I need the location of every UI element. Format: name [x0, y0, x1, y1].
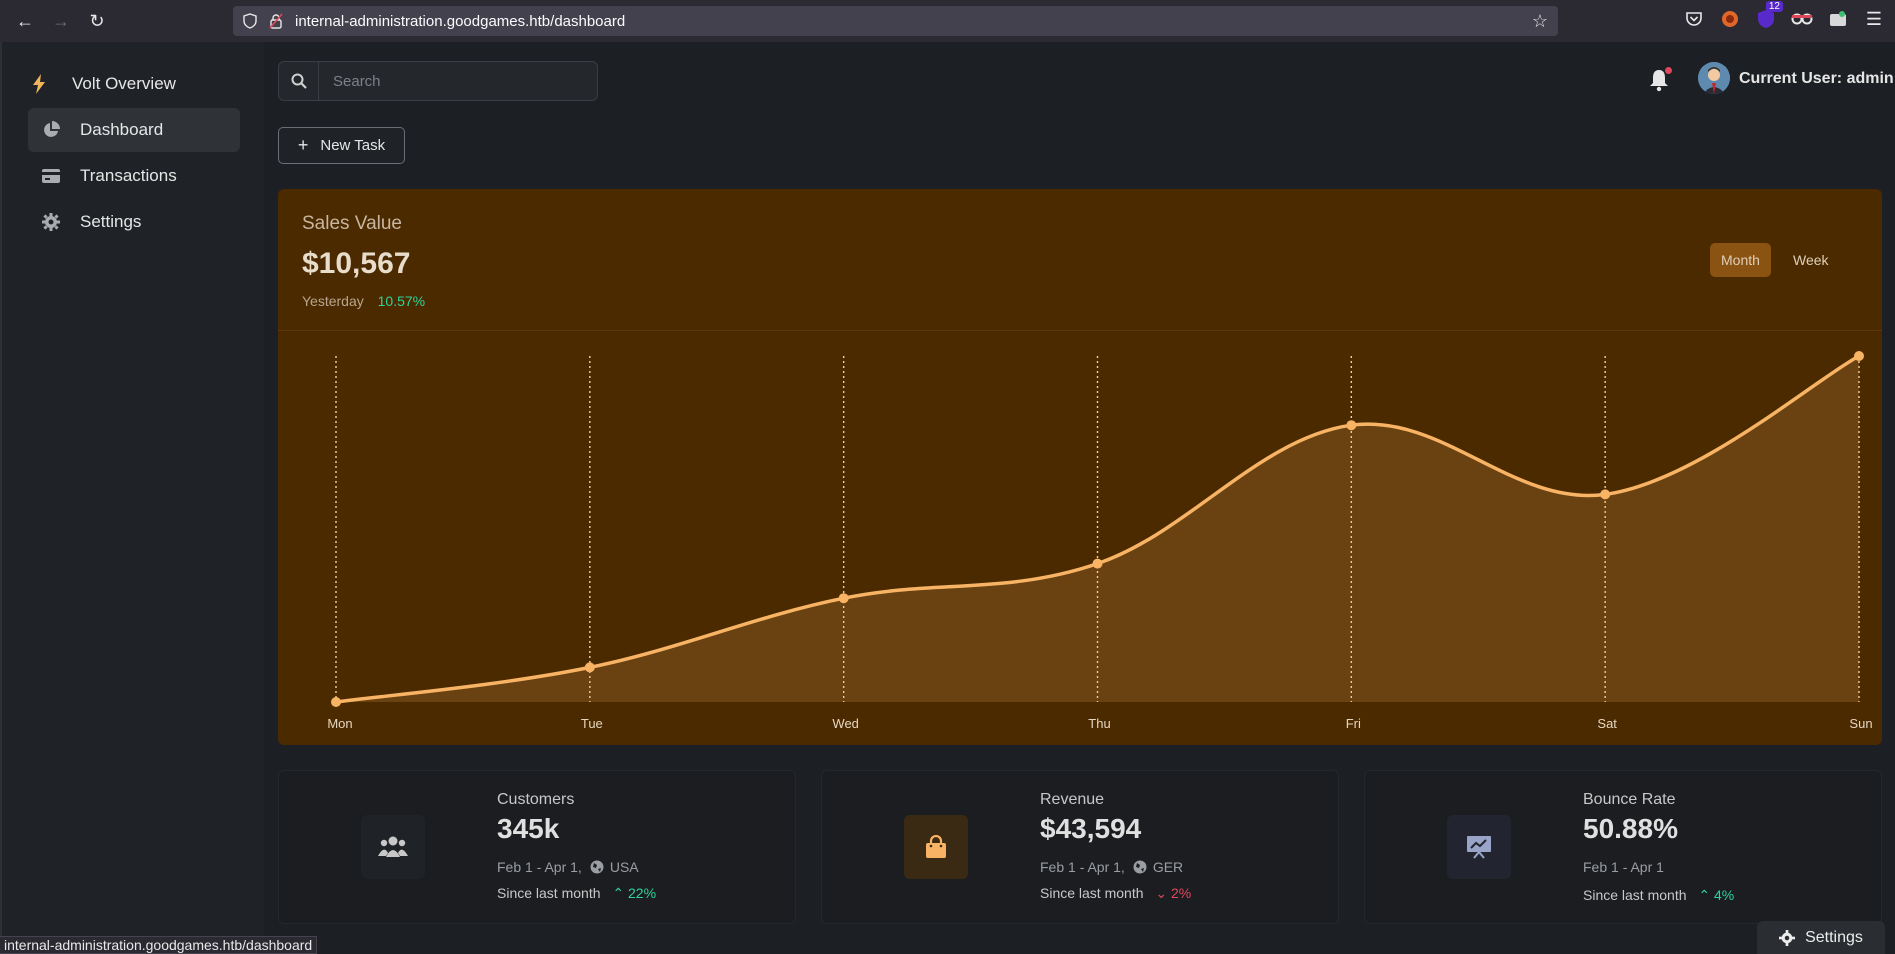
stat-since-label: Since last month: [1040, 885, 1144, 901]
gear-icon: [1779, 929, 1796, 946]
stat-region: USA: [609, 859, 639, 875]
wappalyzer-icon[interactable]: [1791, 8, 1813, 30]
sales-value-card: Sales Value $10,567 Yesterday 10.57% Mon…: [278, 189, 1882, 745]
stat-change-up: ⌃ 22%: [612, 885, 656, 901]
globe-icon: [1133, 860, 1147, 874]
current-user-label[interactable]: Current User: admin: [1739, 70, 1894, 88]
search-input[interactable]: [333, 72, 583, 90]
chart-x-label-mon: Mon: [327, 716, 352, 731]
stat-range: Feb 1 - Apr 1, GER: [1040, 859, 1183, 875]
cookie-editor-icon[interactable]: [1827, 8, 1849, 30]
chart-x-label-tue: Tue: [581, 716, 603, 731]
chevron-up-icon: ⌃: [1698, 887, 1711, 903]
stat-since: Since last month ⌃ 4%: [1583, 887, 1734, 904]
sidebar: Volt Overview Dashboard Transactions Set…: [0, 42, 264, 954]
stat-change-value: 4%: [1714, 887, 1735, 903]
new-task-label: New Task: [320, 137, 386, 154]
new-task-button[interactable]: + New Task: [278, 127, 405, 164]
settings-fab-label: Settings: [1805, 928, 1863, 946]
stat-change-value: 22%: [628, 885, 657, 901]
stat-title: Bounce Rate: [1583, 791, 1676, 808]
stat-value: 50.88%: [1583, 813, 1678, 844]
revenue-card: Revenue $43,594 Feb 1 - Apr 1, GER Since…: [821, 770, 1339, 924]
notification-dot: [1664, 66, 1673, 75]
plus-icon: +: [297, 135, 309, 155]
stat-value: 345k: [497, 813, 560, 844]
stat-range-text: Feb 1 - Apr 1,: [497, 859, 582, 875]
bookmark-star-icon[interactable]: ☆: [1532, 11, 1548, 32]
chart-point-sun[interactable]: [1854, 351, 1864, 361]
chart-x-label-thu: Thu: [1088, 716, 1110, 731]
sidebar-item-transactions[interactable]: Transactions: [28, 154, 240, 198]
users-icon: [361, 815, 425, 879]
address-bar[interactable]: internal-administration.goodgames.htb/da…: [233, 6, 1558, 36]
shopping-bag-icon: [904, 815, 968, 879]
stat-range: Feb 1 - Apr 1, USA: [497, 859, 639, 875]
sidebar-item-dashboard[interactable]: Dashboard: [28, 108, 240, 152]
foxyproxy-icon[interactable]: [1719, 8, 1741, 30]
gear-icon: [40, 213, 62, 231]
extensions-bar: 12 ☰: [1683, 1, 1885, 30]
stat-range-text: Feb 1 - Apr 1,: [1040, 859, 1125, 875]
stat-since-label: Since last month: [1583, 887, 1687, 903]
sidebar-item-label: Dashboard: [80, 120, 164, 139]
stat-range: Feb 1 - Apr 1: [1583, 859, 1664, 875]
back-icon[interactable]: ←: [8, 4, 42, 38]
status-bar-url: internal-administration.goodgames.htb/da…: [0, 936, 318, 954]
pie-chart-icon: [40, 121, 62, 139]
browser-toolbar: ← → ↻ internal-administration.goodgames.…: [0, 0, 1895, 42]
credit-card-icon: [40, 169, 62, 183]
stat-change-down: ⌄ 2%: [1155, 885, 1191, 901]
url-text[interactable]: internal-administration.goodgames.htb/da…: [295, 13, 625, 30]
presentation-chart-icon: [1447, 815, 1511, 879]
chart-x-label-fri: Fri: [1346, 716, 1361, 731]
chart-point-wed[interactable]: [838, 593, 849, 604]
pocket-icon[interactable]: [1683, 8, 1705, 30]
chart-point-sat[interactable]: [1600, 489, 1611, 500]
sidebar-item-settings[interactable]: Settings: [28, 200, 240, 244]
chevron-down-icon: ⌄: [1155, 885, 1168, 901]
stat-since: Since last month ⌃ 22%: [497, 885, 656, 902]
ublock-extension-icon[interactable]: 12: [1755, 1, 1783, 30]
sales-chart: Mon Tue Wed Thu Fri Sat Sun: [327, 351, 1873, 731]
stat-change-value: 2%: [1171, 885, 1192, 901]
globe-icon: [590, 860, 604, 874]
sidebar-brand[interactable]: Volt Overview: [28, 64, 176, 104]
chart-x-label-wed: Wed: [832, 716, 859, 731]
chart-point-mon[interactable]: [331, 697, 341, 707]
chevron-up-icon: ⌃: [612, 885, 625, 901]
stat-change-up: ⌃ 4%: [1698, 887, 1734, 903]
chart-point-thu[interactable]: [1092, 558, 1103, 569]
stat-range-text: Feb 1 - Apr 1: [1583, 859, 1664, 875]
shield-icon: [243, 13, 257, 29]
stat-title: Revenue: [1040, 791, 1105, 808]
search-box: [278, 61, 598, 101]
menu-icon[interactable]: ☰: [1863, 8, 1885, 30]
search-icon[interactable]: [279, 62, 319, 100]
stat-region: GER: [1152, 859, 1184, 875]
chart-point-tue[interactable]: [584, 662, 595, 673]
sidebar-item-label: Settings: [80, 212, 142, 231]
lock-icon: [269, 13, 283, 29]
stat-since: Since last month ⌄ 2%: [1040, 885, 1191, 902]
stat-title: Customers: [497, 791, 575, 808]
settings-floating-button[interactable]: Settings: [1757, 921, 1885, 954]
extension-badge: 12: [1765, 1, 1783, 12]
stat-since-label: Since last month: [497, 885, 601, 901]
forward-icon[interactable]: →: [44, 4, 78, 38]
chart-point-fri[interactable]: [1346, 420, 1357, 431]
chart-x-label-sat: Sat: [1597, 716, 1617, 731]
reload-icon[interactable]: ↻: [80, 4, 114, 38]
avatar[interactable]: [1698, 62, 1730, 94]
lightning-bolt-icon: [33, 74, 45, 94]
customers-card: Customers 345k Feb 1 - Apr 1, USA Since …: [278, 770, 796, 924]
brand-label: Volt Overview: [72, 74, 176, 93]
chart-x-label-sun: Sun: [1849, 716, 1872, 731]
sidebar-item-label: Transactions: [80, 166, 177, 185]
bounce-rate-card: Bounce Rate 50.88% Feb 1 - Apr 1 Since l…: [1364, 770, 1882, 924]
stat-value: $43,594: [1040, 813, 1142, 844]
